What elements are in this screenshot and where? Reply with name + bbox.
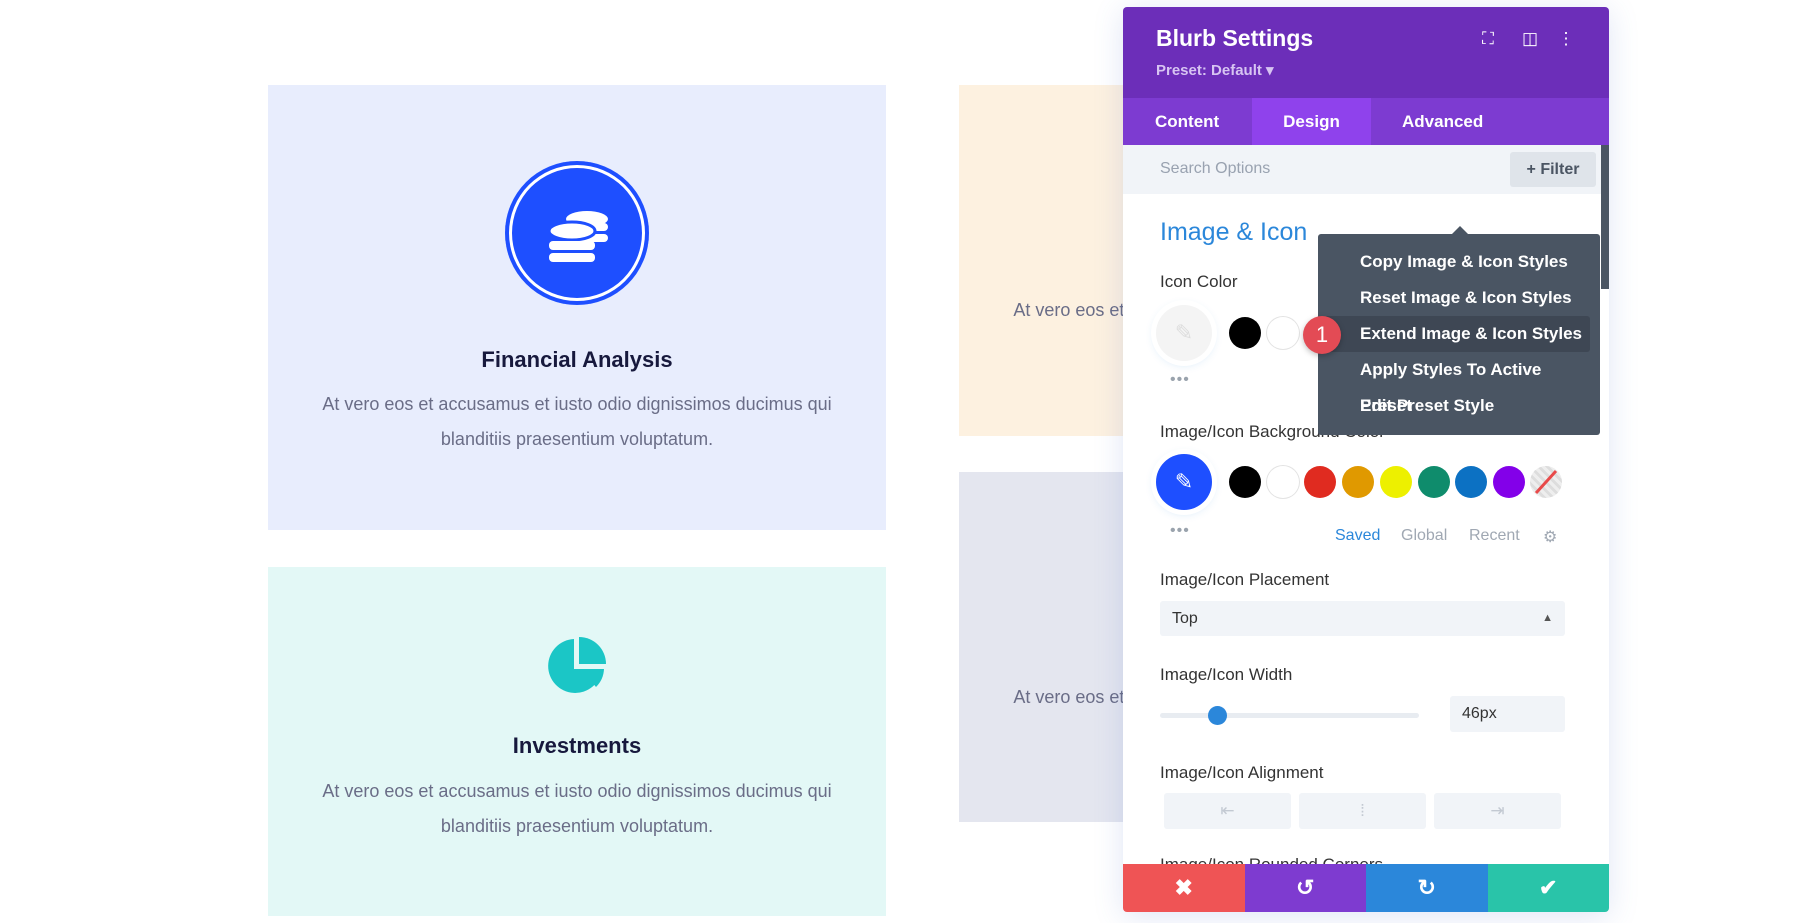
slider-thumb[interactable] bbox=[1207, 706, 1227, 725]
align-right-icon: ⇥ bbox=[1490, 801, 1505, 820]
blurb-card-financial[interactable]: Financial Analysis At vero eos et accusa… bbox=[268, 85, 886, 530]
card-text: At vero eos et accusamus et iusto odio d… bbox=[322, 781, 832, 836]
fullscreen-icon[interactable]: ⛶ bbox=[1477, 29, 1499, 49]
swatch-transparent[interactable] bbox=[1530, 466, 1562, 498]
menu-item[interactable]: Apply Styles To Active Preset bbox=[1324, 352, 1590, 415]
gear-icon[interactable]: ⚙ bbox=[1543, 527, 1557, 547]
select-arrows-icon: ▲ bbox=[1542, 612, 1553, 624]
blurb-settings-panel: Blurb Settings Preset: Default ▾ ⛶ ◫ ⋮ C… bbox=[1123, 7, 1609, 912]
alignment-label: Image/Icon Alignment bbox=[1160, 763, 1324, 782]
color-swatch[interactable] bbox=[1304, 466, 1337, 498]
step-badge: 1 bbox=[1303, 316, 1341, 354]
align-right-button[interactable]: ⇥ bbox=[1434, 793, 1561, 829]
tab-advanced[interactable]: Advanced bbox=[1370, 98, 1515, 145]
palette-tab-recent[interactable]: Recent bbox=[1469, 527, 1520, 545]
color-swatch[interactable] bbox=[1417, 466, 1450, 498]
pie-chart-icon bbox=[546, 635, 608, 697]
color-swatch[interactable] bbox=[1379, 466, 1412, 498]
blurb-card-investments[interactable]: Investments At vero eos et accusamus et … bbox=[268, 567, 886, 916]
scrollbar[interactable] bbox=[1601, 145, 1609, 289]
card-title: Investments bbox=[512, 733, 642, 758]
section-title[interactable]: Image & Icon bbox=[1160, 218, 1307, 247]
placement-select[interactable]: Top ▲ bbox=[1160, 601, 1565, 636]
close-icon: ✖ bbox=[1174, 875, 1193, 900]
undo-icon: ↺ bbox=[1296, 875, 1315, 900]
swatch-white[interactable] bbox=[1267, 317, 1299, 349]
save-button[interactable]: ✔ bbox=[1487, 864, 1609, 912]
tab-bar: Content Design Advanced bbox=[1123, 98, 1609, 145]
search-placeholder: Search Options bbox=[1160, 160, 1271, 177]
coins-icon bbox=[505, 161, 649, 305]
cancel-button[interactable]: ✖ bbox=[1123, 864, 1245, 912]
filter-button[interactable]: + Filter bbox=[1510, 152, 1596, 187]
color-swatch[interactable] bbox=[1455, 466, 1488, 498]
panel-title: Blurb Settings bbox=[1156, 25, 1314, 51]
align-left-button[interactable]: ⇤ bbox=[1164, 793, 1291, 829]
color-swatch[interactable] bbox=[1492, 466, 1525, 498]
redo-button[interactable]: ↻ bbox=[1366, 864, 1488, 912]
color-swatch[interactable] bbox=[1266, 466, 1299, 498]
redo-icon: ↻ bbox=[1417, 875, 1436, 900]
more-colors-icon[interactable]: ••• bbox=[1170, 371, 1190, 389]
more-colors-icon[interactable]: ••• bbox=[1170, 522, 1190, 540]
icon-color-picker[interactable]: ✎ bbox=[1156, 305, 1212, 361]
menu-item[interactable]: Copy Image & Icon Styles bbox=[1324, 244, 1590, 280]
width-label: Image/Icon Width bbox=[1160, 665, 1293, 684]
palette-tab-saved[interactable]: Saved bbox=[1335, 527, 1380, 545]
more-options-icon[interactable]: ⋮ bbox=[1555, 29, 1577, 49]
card-text: At vero eos et accusamus et iusto odio d… bbox=[322, 394, 832, 449]
tab-content[interactable]: Content bbox=[1123, 98, 1251, 145]
align-center-icon: ⁞ bbox=[1360, 801, 1365, 820]
color-swatch[interactable] bbox=[1229, 466, 1261, 498]
tab-design[interactable]: Design bbox=[1252, 98, 1371, 145]
split-view-icon[interactable]: ◫ bbox=[1519, 29, 1541, 49]
search-options-input[interactable]: Search Options + Filter bbox=[1123, 145, 1609, 194]
card-title: Financial Analysis bbox=[481, 347, 673, 372]
placement-value: Top bbox=[1172, 610, 1198, 627]
menu-item[interactable]: Reset Image & Icon Styles bbox=[1324, 280, 1590, 316]
align-center-button[interactable]: ⁞ bbox=[1299, 793, 1426, 829]
icon-color-label: Icon Color bbox=[1160, 272, 1238, 291]
width-slider[interactable] bbox=[1160, 706, 1419, 725]
undo-button[interactable]: ↺ bbox=[1244, 864, 1366, 912]
menu-item[interactable]: Edit Preset Style bbox=[1324, 388, 1590, 424]
width-input[interactable]: 46px bbox=[1450, 696, 1565, 732]
eyedropper-icon: ✎ bbox=[1174, 469, 1194, 494]
swatch-black[interactable] bbox=[1229, 317, 1261, 349]
color-swatch[interactable] bbox=[1342, 466, 1375, 498]
check-icon: ✔ bbox=[1539, 875, 1558, 900]
preset-dropdown[interactable]: Preset: Default ▾ bbox=[1156, 61, 1274, 79]
placement-label: Image/Icon Placement bbox=[1160, 570, 1330, 589]
section-context-menu: Copy Image & Icon Styles Reset Image & Ic… bbox=[1318, 226, 1600, 435]
bg-color-picker[interactable]: ✎ bbox=[1156, 454, 1212, 510]
eyedropper-icon: ✎ bbox=[1174, 320, 1194, 345]
palette-tab-global[interactable]: Global bbox=[1401, 527, 1447, 545]
align-left-icon: ⇤ bbox=[1220, 801, 1235, 820]
panel-header: Blurb Settings Preset: Default ▾ ⛶ ◫ ⋮ bbox=[1123, 7, 1609, 98]
menu-item[interactable]: Extend Image & Icon Styles bbox=[1324, 316, 1590, 352]
panel-footer: ✖ ↺ ↻ ✔ bbox=[1123, 864, 1609, 912]
